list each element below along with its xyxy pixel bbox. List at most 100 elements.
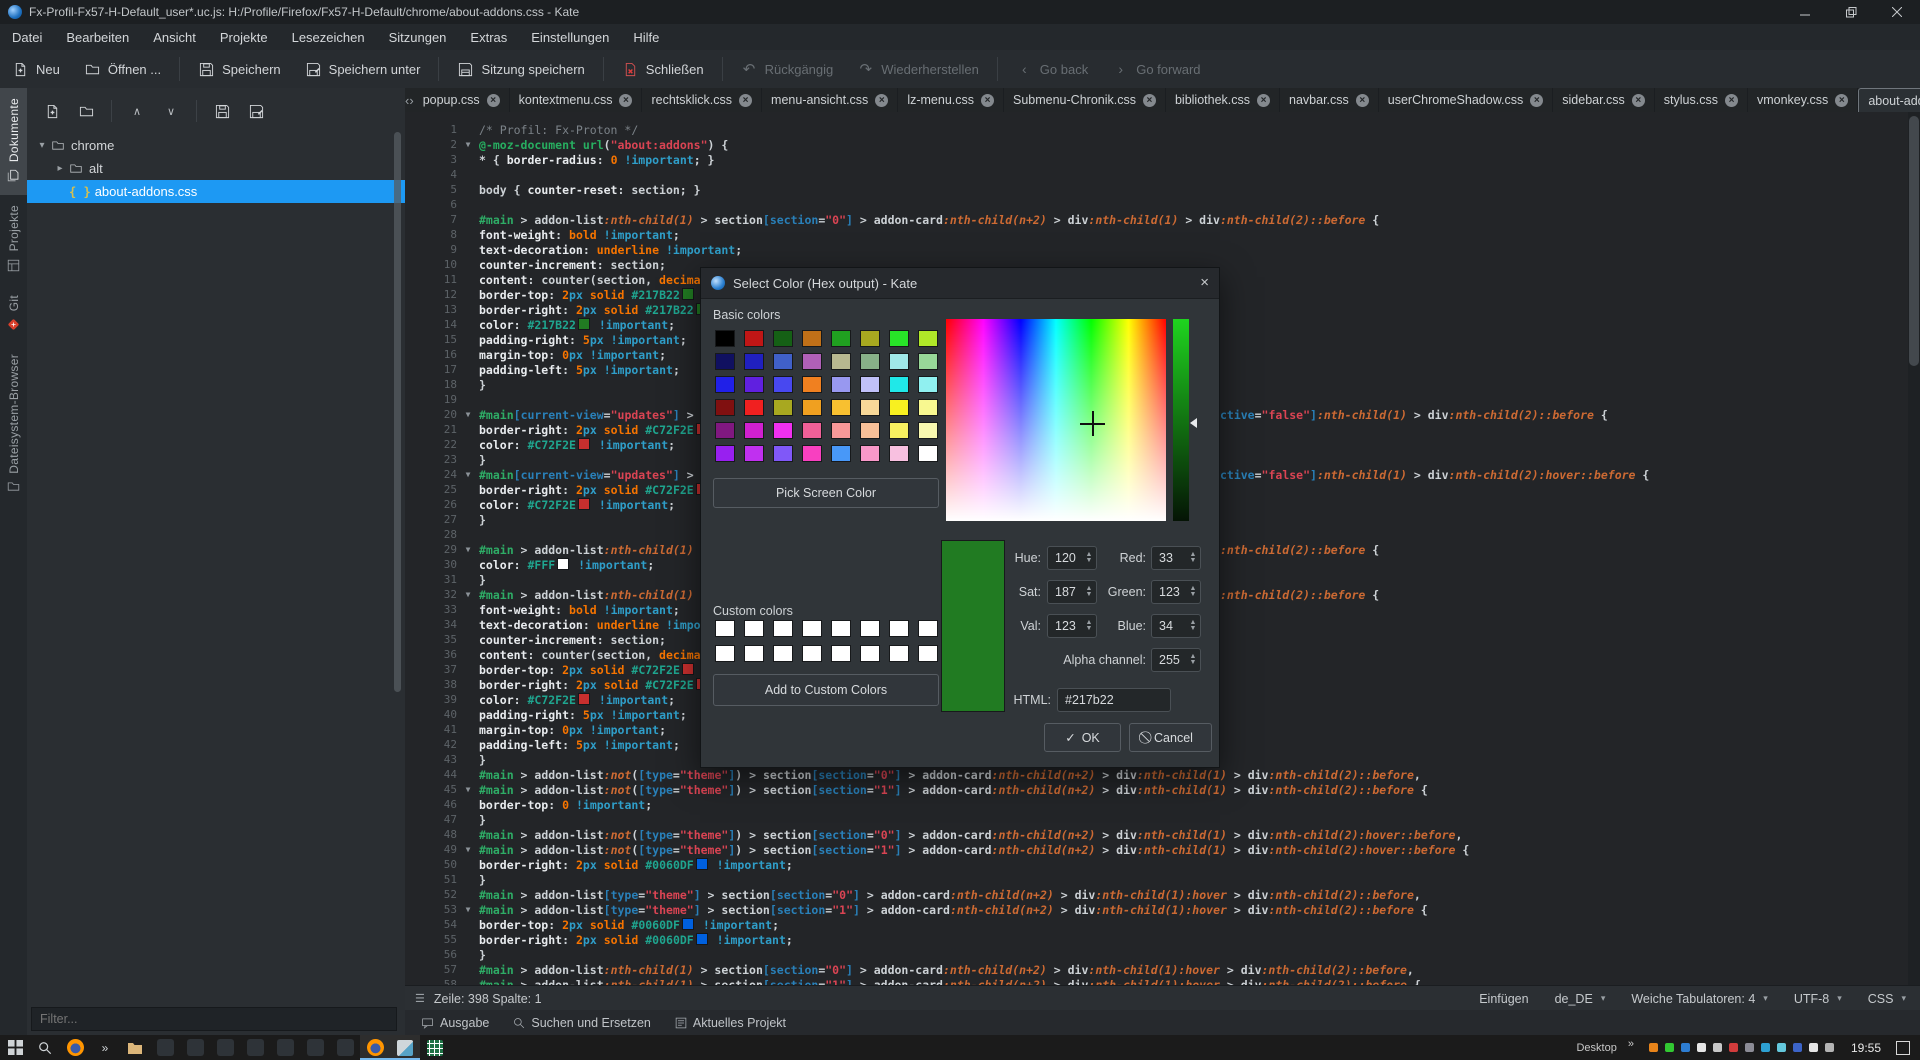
tray-icon[interactable]: [1809, 1043, 1818, 1052]
basic-color-swatch[interactable]: [918, 376, 938, 393]
saturation-value-map[interactable]: [946, 319, 1166, 521]
custom-color-swatch[interactable]: [889, 620, 909, 637]
basic-color-swatch[interactable]: [889, 445, 909, 462]
toolbar-button-speichern[interactable]: Speichern: [186, 54, 293, 84]
taskbar-overflow-chevron[interactable]: »: [90, 1035, 120, 1060]
custom-color-swatch[interactable]: [715, 645, 735, 662]
desktop-toolbar-chevron[interactable]: »: [1628, 1038, 1634, 1050]
spinner-arrows-icon[interactable]: ▲▼: [1186, 552, 1200, 564]
spinner-arrows-icon[interactable]: ▲▼: [1186, 620, 1200, 632]
ok-button[interactable]: ✓OK: [1044, 723, 1121, 752]
toolbar-button-go-back[interactable]: ‹Go back: [1004, 54, 1100, 84]
basic-color-swatch[interactable]: [860, 330, 880, 347]
sidebar-tab-dateisystem-browser[interactable]: Dateisystem-Browser: [0, 344, 27, 507]
toolbar-button-go-forward[interactable]: ›Go forward: [1100, 54, 1212, 84]
fold-marker-icon[interactable]: ▼: [457, 905, 479, 914]
tab-close-icon[interactable]: ×: [1632, 94, 1645, 107]
tab-rechtsklick-css[interactable]: rechtsklick.css×: [642, 88, 762, 112]
tree-scrollbar[interactable]: [394, 132, 401, 692]
basic-color-swatch[interactable]: [860, 422, 880, 439]
code-line[interactable]: 8font-weight: bold !important;: [405, 227, 1920, 242]
basic-color-swatch[interactable]: [744, 330, 764, 347]
toolbar-button-speichern-unter[interactable]: Speichern unter: [293, 54, 433, 84]
value-slider[interactable]: [1173, 319, 1189, 521]
basic-color-swatch[interactable]: [831, 445, 851, 462]
basic-color-swatch[interactable]: [831, 330, 851, 347]
custom-color-swatch[interactable]: [918, 645, 938, 662]
menu-item-bearbeiten[interactable]: Bearbeiten: [54, 25, 141, 50]
code-line[interactable]: 54border-top: 2px solid #0060DF !importa…: [405, 917, 1920, 932]
taskbar-clock[interactable]: 19:55: [1851, 1041, 1881, 1055]
basic-color-swatch[interactable]: [802, 353, 822, 370]
code-line[interactable]: 55border-right: 2px solid #0060DF !impor…: [405, 932, 1920, 947]
fold-marker-icon[interactable]: ▼: [457, 470, 479, 479]
green-spinbox[interactable]: 123▲▼: [1151, 580, 1201, 604]
custom-color-swatch[interactable]: [802, 620, 822, 637]
toolbar-button-rückgängig[interactable]: ↶Rückgängig: [729, 54, 846, 84]
encoding-select[interactable]: UTF-8▾: [1794, 992, 1842, 1006]
dictionary-select[interactable]: de_DE▾: [1555, 992, 1606, 1006]
code-line[interactable]: 7#main > addon-list:nth-child(1) > secti…: [405, 212, 1920, 227]
basic-color-swatch[interactable]: [802, 445, 822, 462]
tab-close-icon[interactable]: ×: [739, 94, 752, 107]
basic-color-swatch[interactable]: [889, 422, 909, 439]
firefox-pinned-icon[interactable]: [60, 1035, 90, 1060]
fold-marker-icon[interactable]: ▼: [457, 140, 479, 149]
taskbar-app-icon[interactable]: [240, 1035, 270, 1060]
code-line[interactable]: 53▼#main > addon-list[type="theme"] > se…: [405, 902, 1920, 917]
basic-color-swatch[interactable]: [715, 422, 735, 439]
toolbar-button-neu[interactable]: Neu: [0, 54, 72, 84]
code-line[interactable]: 48#main > addon-list:not([type="theme"])…: [405, 827, 1920, 842]
basic-color-swatch[interactable]: [889, 330, 909, 347]
basic-color-swatch[interactable]: [802, 422, 822, 439]
editor-scrollbar[interactable]: [1908, 112, 1920, 985]
fold-marker-icon[interactable]: ▼: [457, 845, 479, 854]
toolbar-button-schließen[interactable]: Schließen: [610, 54, 716, 84]
basic-color-swatch[interactable]: [918, 330, 938, 347]
code-line[interactable]: 45▼#main > addon-list:not([type="theme"]…: [405, 782, 1920, 797]
tray-icon[interactable]: [1777, 1043, 1786, 1052]
tray-icon[interactable]: [1761, 1043, 1770, 1052]
tab-close-icon[interactable]: ×: [875, 94, 888, 107]
basic-color-swatch[interactable]: [918, 422, 938, 439]
bottom-panel-aktuelles-projekt[interactable]: Aktuelles Projekt: [667, 1012, 794, 1034]
taskbar-app-icon[interactable]: [330, 1035, 360, 1060]
menu-item-projekte[interactable]: Projekte: [208, 25, 280, 50]
custom-color-swatch[interactable]: [860, 645, 880, 662]
basic-color-swatch[interactable]: [744, 445, 764, 462]
taskbar-app-icon[interactable]: [300, 1035, 330, 1060]
basic-color-swatch[interactable]: [831, 399, 851, 416]
tray-icon[interactable]: [1793, 1043, 1802, 1052]
menu-item-extras[interactable]: Extras: [458, 25, 519, 50]
tab-kontextmenu-css[interactable]: kontextmenu.css×: [510, 88, 643, 112]
tree-toolbar-open-folder-icon[interactable]: [71, 97, 101, 125]
custom-color-swatch[interactable]: [831, 645, 851, 662]
tab-navbar-css[interactable]: navbar.css×: [1280, 88, 1379, 112]
basic-color-swatch[interactable]: [773, 399, 793, 416]
tab-vmonkey-css[interactable]: vmonkey.css×: [1748, 88, 1858, 112]
basic-color-swatch[interactable]: [773, 445, 793, 462]
code-line[interactable]: 5body { counter-reset: section; }: [405, 182, 1920, 197]
tree-item-about-addons-css[interactable]: { }about-addons.css: [27, 180, 405, 203]
custom-color-swatch[interactable]: [715, 620, 735, 637]
fold-marker-icon[interactable]: ▼: [457, 785, 479, 794]
basic-color-swatch[interactable]: [773, 330, 793, 347]
code-line[interactable]: 49▼#main > addon-list:not([type="theme"]…: [405, 842, 1920, 857]
basic-color-swatch[interactable]: [802, 399, 822, 416]
cancel-button[interactable]: ⃠Cancel: [1129, 723, 1212, 752]
notification-icon[interactable]: [1896, 1041, 1910, 1055]
tab-bibliothek-css[interactable]: bibliothek.css×: [1166, 88, 1280, 112]
basic-color-swatch[interactable]: [831, 376, 851, 393]
toolbar-button-wiederherstellen[interactable]: ↷Wiederherstellen: [845, 54, 991, 84]
start-button[interactable]: [0, 1035, 30, 1060]
blue-spinbox[interactable]: 34▲▼: [1151, 614, 1201, 638]
basic-color-swatch[interactable]: [918, 353, 938, 370]
filter-input[interactable]: [31, 1007, 397, 1031]
custom-color-swatch[interactable]: [802, 645, 822, 662]
taskbar-app-icon[interactable]: [180, 1035, 210, 1060]
code-line[interactable]: 4: [405, 167, 1920, 182]
taskbar-app-icon[interactable]: [210, 1035, 240, 1060]
code-line[interactable]: 50border-right: 2px solid #0060DF !impor…: [405, 857, 1920, 872]
basic-color-swatch[interactable]: [831, 422, 851, 439]
tab-close-icon[interactable]: ×: [981, 94, 994, 107]
